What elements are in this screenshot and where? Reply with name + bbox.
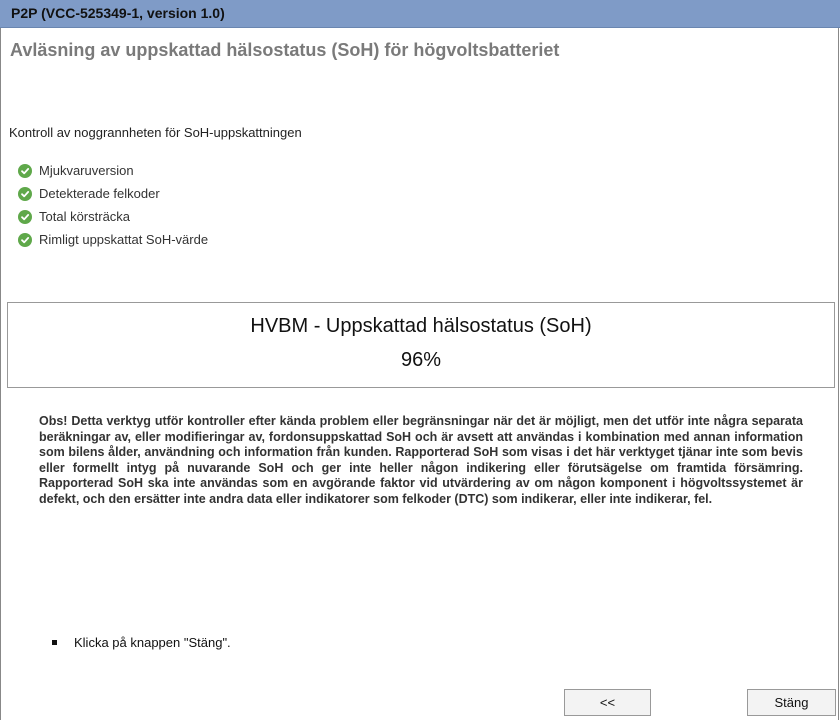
soh-result-value: 96% xyxy=(400,349,442,371)
bullet-icon xyxy=(52,640,57,645)
disclaimer-text: Obs! Detta verktyg utför kontroller efte… xyxy=(39,414,803,506)
check-item-soh-value: Rimligt uppskattat SoH-värde xyxy=(18,228,208,251)
check-item-label: Mjukvaruversion xyxy=(39,163,134,178)
check-list: Mjukvaruversion Detekterade felkoder Tot… xyxy=(18,159,208,251)
title-bar: P2P (VCC-525349-1, version 1.0) xyxy=(0,0,840,28)
check-item-label: Total körsträcka xyxy=(39,209,131,224)
instruction-item: Klicka på knappen "Stäng". xyxy=(52,635,231,650)
window-title: P2P (VCC-525349-1, version 1.0) xyxy=(11,5,225,21)
check-circle-icon xyxy=(18,186,32,201)
check-circle-icon xyxy=(18,232,32,247)
check-item-label: Rimligt uppskattat SoH-värde xyxy=(39,232,209,247)
check-item-label: Detekterade felkoder xyxy=(39,186,160,201)
section-subtitle: Kontroll av noggrannheten för SoH-uppska… xyxy=(9,125,302,140)
instruction-text: Klicka på knappen "Stäng". xyxy=(74,635,231,650)
page-title: Avläsning av uppskattad hälsostatus (SoH… xyxy=(10,40,560,60)
check-item-fault-codes: Detekterade felkoder xyxy=(18,182,208,205)
check-item-total-mileage: Total körsträcka xyxy=(18,205,208,228)
close-button[interactable]: Stäng xyxy=(747,689,836,716)
check-circle-icon xyxy=(18,163,32,178)
back-button[interactable]: << xyxy=(564,689,651,716)
check-item-software-version: Mjukvaruversion xyxy=(18,159,208,182)
check-circle-icon xyxy=(18,209,32,224)
soh-result-panel: HVBM - Uppskattad hälsostatus (SoH) 96% xyxy=(7,302,835,388)
soh-result-title: HVBM - Uppskattad hälsostatus (SoH) xyxy=(250,315,592,337)
